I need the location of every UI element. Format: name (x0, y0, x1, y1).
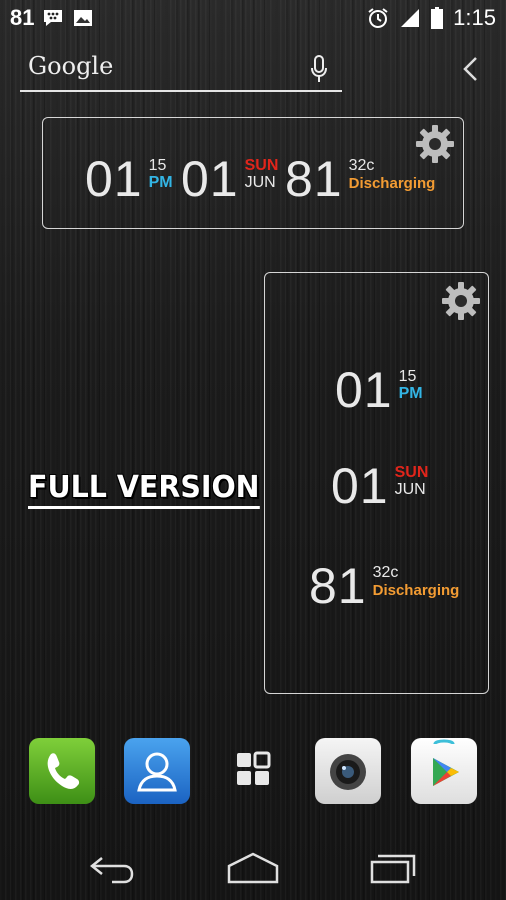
search-label: Google (28, 52, 114, 80)
battery-group: 81 32c Discharging (285, 154, 435, 204)
weekday-text: SUN (394, 464, 429, 481)
ampm-text: PM (398, 384, 423, 402)
hour-text: 01 (335, 362, 393, 418)
time-group: 01 15 PM (335, 365, 423, 415)
signal-icon (399, 8, 421, 28)
temperature-text: 32c (372, 564, 399, 581)
recents-icon[interactable] (368, 848, 420, 888)
app-drawer-icon[interactable] (220, 738, 286, 804)
battery-status-text: Discharging (372, 581, 460, 599)
image-icon (72, 8, 94, 28)
battery-level-text: 81 (309, 558, 367, 614)
clock-widget-wide[interactable]: 01 15 PM 01 SUN JUN 81 32c Discharging (42, 117, 464, 229)
battery-status-text: Discharging (348, 174, 436, 192)
back-icon[interactable] (88, 848, 138, 888)
hour-text: 01 (85, 151, 143, 207)
date-group: 01 SUN JUN (181, 154, 278, 204)
time-group: 01 15 PM (85, 154, 173, 204)
status-bar-right: 1:15 (367, 4, 496, 32)
battery-sub: 32c Discharging (372, 564, 460, 599)
date-sub: SUN JUN (394, 464, 429, 499)
gear-icon[interactable] (415, 124, 455, 164)
home-icon[interactable] (226, 848, 280, 888)
ampm-text: PM (148, 173, 173, 191)
battery-level-text: 81 (285, 151, 343, 207)
battery-icon (431, 7, 444, 29)
date-group: 01 SUN JUN (331, 461, 428, 511)
bbm-icon (42, 8, 64, 28)
month-text: JUN (244, 173, 276, 191)
status-bar-left: 81 (10, 4, 94, 32)
time-sub: 15 PM (148, 157, 173, 192)
full-version-label: FULL VERSION (28, 470, 260, 509)
gear-icon[interactable] (441, 281, 481, 321)
date-sub: SUN JUN (244, 157, 279, 192)
status-bar: 81 1:15 (0, 0, 506, 36)
weekday-text: SUN (244, 157, 279, 174)
day-text: 01 (181, 151, 239, 207)
play-store-icon[interactable] (411, 738, 477, 804)
alarm-icon (367, 8, 389, 28)
clock-widget-tall[interactable]: 01 15 PM 01 SUN JUN 81 32c Discharging (264, 272, 489, 694)
chevron-left-icon[interactable] (460, 56, 482, 82)
contacts-icon[interactable] (124, 738, 190, 804)
battery-group: 81 32c Discharging (309, 561, 459, 611)
google-search-bar[interactable]: Google (20, 48, 342, 92)
battery-percent-text: 81 (10, 5, 35, 30)
minute-text: 15 (398, 368, 417, 385)
phone-icon[interactable] (29, 738, 95, 804)
month-text: JUN (394, 480, 426, 498)
clock-text: 1:15 (453, 5, 496, 30)
minute-text: 15 (148, 157, 167, 174)
mic-icon[interactable] (310, 54, 328, 84)
camera-icon[interactable] (315, 738, 381, 804)
time-sub: 15 PM (398, 368, 423, 403)
day-text: 01 (331, 458, 389, 514)
